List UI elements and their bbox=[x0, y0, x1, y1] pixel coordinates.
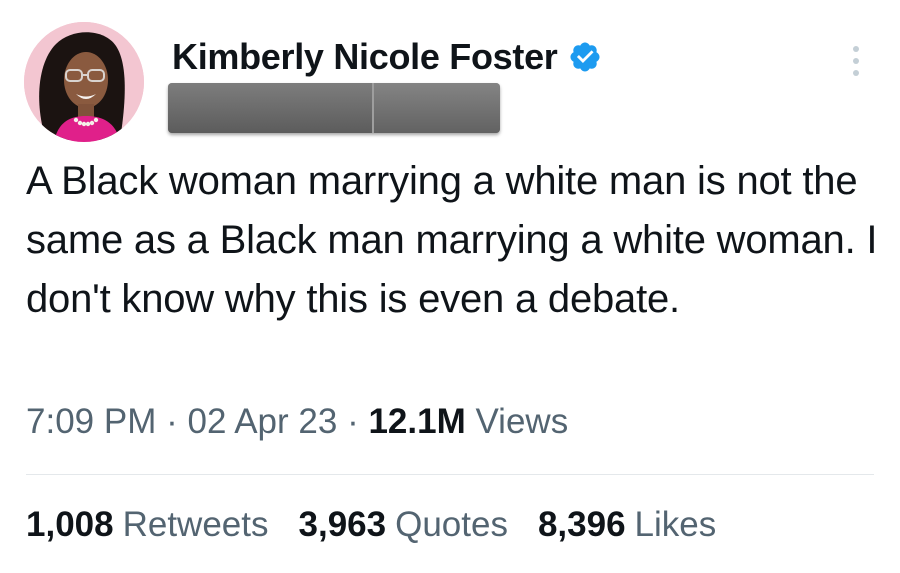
retweets-label: Retweets bbox=[122, 505, 269, 544]
views-label: Views bbox=[475, 402, 569, 441]
more-options-icon[interactable] bbox=[848, 44, 864, 78]
likes-stat[interactable]: 8,396 Likes bbox=[538, 505, 716, 545]
meta-separator: · bbox=[166, 402, 178, 441]
verified-badge-icon[interactable] bbox=[568, 40, 602, 74]
author-name-row: Kimberly Nicole Foster bbox=[172, 36, 602, 78]
tweet-meta: 7:09 PM · 02 Apr 23 · 12.1M Views bbox=[26, 402, 568, 442]
likes-label: Likes bbox=[634, 505, 717, 544]
tweet-date[interactable]: 02 Apr 23 bbox=[187, 402, 337, 441]
quotes-stat[interactable]: 3,963 Quotes bbox=[299, 505, 508, 545]
retweets-count: 1,008 bbox=[26, 505, 114, 544]
divider bbox=[26, 474, 874, 475]
avatar-photo bbox=[24, 22, 144, 142]
engagement-stats: 1,008 Retweets 3,963 Quotes 8,396 Likes bbox=[26, 505, 716, 545]
tweet-time[interactable]: 7:09 PM bbox=[26, 402, 156, 441]
avatar[interactable] bbox=[24, 22, 144, 142]
meta-separator: · bbox=[347, 402, 359, 441]
likes-count: 8,396 bbox=[537, 505, 626, 544]
redacted-handle bbox=[168, 83, 500, 133]
quotes-count: 3,963 bbox=[298, 505, 387, 544]
retweets-stat[interactable]: 1,008 Retweets bbox=[26, 505, 269, 545]
author-display-name[interactable]: Kimberly Nicole Foster bbox=[172, 36, 558, 78]
views-count: 12.1M bbox=[368, 402, 466, 441]
tweet-text: A Black woman marrying a white man is no… bbox=[26, 159, 878, 321]
quotes-label: Quotes bbox=[395, 505, 508, 544]
